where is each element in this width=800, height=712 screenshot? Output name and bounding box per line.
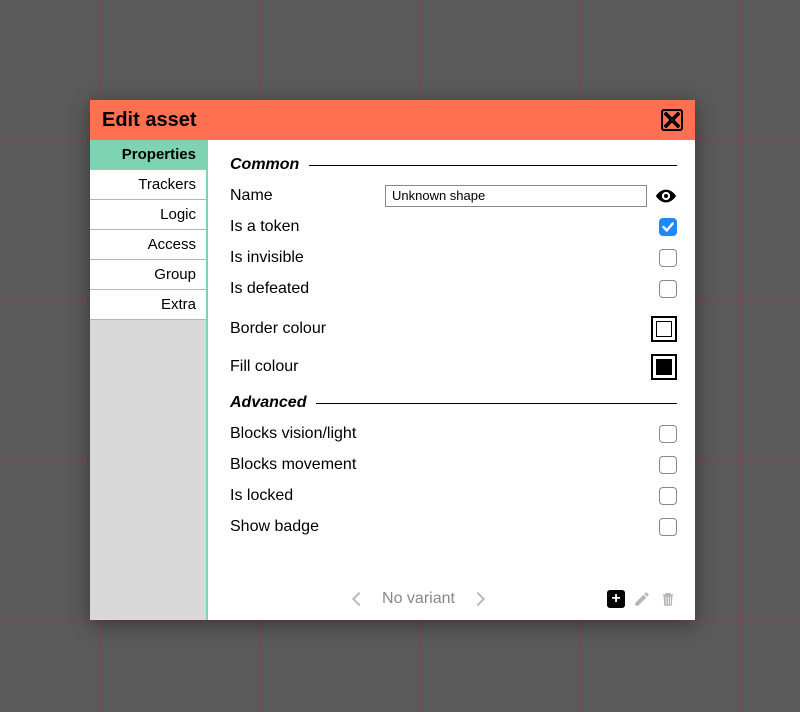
fill-colour-label: Fill colour (230, 358, 368, 376)
modal-header: Edit asset (90, 100, 695, 140)
is-invisible-checkbox[interactable] (659, 249, 677, 267)
sidebar-item-label: Group (154, 266, 196, 283)
name-label: Name (230, 187, 368, 205)
blocks-movement-checkbox[interactable] (659, 456, 677, 474)
delete-variant-button[interactable] (659, 590, 677, 608)
row-is-locked: Is locked (230, 480, 677, 511)
section-label: Common (230, 156, 309, 174)
sidebar-item-label: Logic (160, 206, 196, 223)
properties-panel: Common Name Is a token (208, 140, 695, 620)
close-button[interactable] (661, 109, 683, 131)
add-variant-button[interactable]: + (607, 590, 625, 608)
is-defeated-checkbox[interactable] (659, 280, 677, 298)
is-invisible-label: Is invisible (230, 249, 368, 267)
is-token-checkbox[interactable] (659, 218, 677, 236)
sidebar-item-label: Properties (122, 146, 196, 163)
sidebar: Properties Trackers Logic Access Group E… (90, 140, 208, 620)
blocks-vision-label: Blocks vision/light (230, 425, 356, 443)
is-locked-label: Is locked (230, 487, 368, 505)
edit-variant-button[interactable] (633, 590, 651, 608)
show-badge-checkbox[interactable] (659, 518, 677, 536)
row-border-colour: Border colour (230, 310, 677, 348)
variant-actions: + (607, 590, 677, 608)
border-colour-picker[interactable] (651, 316, 677, 342)
trash-icon (659, 590, 677, 608)
sidebar-item-group[interactable]: Group (90, 260, 206, 290)
variant-label: No variant (382, 590, 455, 608)
blocks-vision-checkbox[interactable] (659, 425, 677, 443)
is-defeated-label: Is defeated (230, 280, 368, 298)
check-icon (661, 220, 675, 234)
plus-icon: + (611, 591, 620, 607)
next-variant-button[interactable] (471, 592, 485, 606)
sidebar-item-label: Trackers (138, 176, 196, 193)
prev-variant-button[interactable] (352, 592, 366, 606)
sidebar-item-label: Extra (161, 296, 196, 313)
blocks-movement-label: Blocks movement (230, 456, 356, 474)
section-advanced: Advanced (230, 394, 677, 412)
row-show-badge: Show badge (230, 511, 677, 542)
sidebar-item-label: Access (148, 236, 196, 253)
sidebar-item-logic[interactable]: Logic (90, 200, 206, 230)
row-blocks-movement: Blocks movement (230, 449, 677, 480)
is-locked-checkbox[interactable] (659, 487, 677, 505)
variant-navigator: No variant (230, 590, 607, 608)
name-input[interactable] (385, 185, 647, 207)
row-is-invisible: Is invisible (230, 242, 677, 273)
section-common: Common (230, 156, 677, 174)
edit-asset-modal: Edit asset Properties Trackers Logic Acc… (90, 100, 695, 620)
sidebar-item-trackers[interactable]: Trackers (90, 170, 206, 200)
fill-colour-picker[interactable] (651, 354, 677, 380)
show-badge-label: Show badge (230, 518, 368, 536)
row-blocks-vision: Blocks vision/light (230, 418, 677, 449)
pencil-icon (633, 590, 651, 608)
section-divider (309, 165, 677, 166)
eye-icon (655, 185, 677, 207)
panel-footer: No variant + (230, 580, 677, 608)
row-name: Name (230, 180, 677, 211)
border-colour-swatch (656, 321, 672, 337)
border-colour-label: Border colour (230, 320, 368, 338)
row-is-token: Is a token (230, 211, 677, 242)
is-token-label: Is a token (230, 218, 368, 236)
modal-title: Edit asset (102, 109, 661, 132)
section-divider (316, 403, 677, 404)
fill-colour-swatch (656, 359, 672, 375)
row-fill-colour: Fill colour (230, 348, 677, 386)
section-label: Advanced (230, 394, 316, 412)
row-is-defeated: Is defeated (230, 273, 677, 304)
modal-body: Properties Trackers Logic Access Group E… (90, 140, 695, 620)
close-icon (663, 111, 681, 129)
sidebar-item-access[interactable]: Access (90, 230, 206, 260)
sidebar-item-extra[interactable]: Extra (90, 290, 206, 320)
visibility-toggle[interactable] (655, 185, 677, 207)
sidebar-item-properties[interactable]: Properties (90, 140, 206, 170)
